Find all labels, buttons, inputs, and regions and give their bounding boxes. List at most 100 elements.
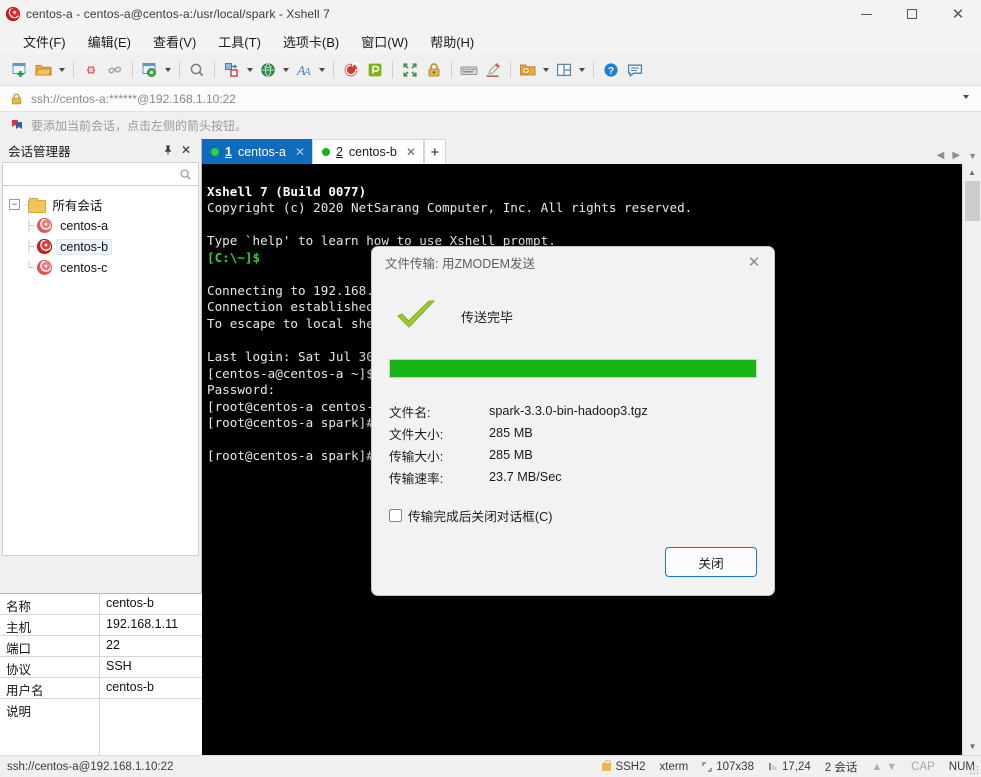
keyboard-icon[interactable] <box>457 58 481 82</box>
terminal-line: Xshell 7 (Build 0077) <box>207 183 367 199</box>
status-dot-icon <box>211 147 219 156</box>
property-key: 主机 <box>0 615 100 635</box>
info-row: 传输速率: 23.7 MB/Sec <box>389 466 757 488</box>
chevron-down-icon <box>543 67 549 72</box>
open-folder-dropdown[interactable] <box>56 58 68 82</box>
session-search-input[interactable] <box>2 162 199 186</box>
font-dropdown[interactable] <box>316 58 328 82</box>
terminal-scrollbar[interactable]: ▲ ▼ <box>962 164 981 755</box>
folder-icon <box>28 198 47 213</box>
auto-close-checkbox-row[interactable]: 传输完成后关闭对话框(C) <box>389 506 757 525</box>
open-folder-icon[interactable] <box>32 58 56 82</box>
tab-centos-b[interactable]: 2 centos-b ✕ <box>311 139 424 164</box>
find-icon[interactable] <box>185 58 209 82</box>
add-to-folder-icon[interactable] <box>516 58 540 82</box>
property-value: centos-b <box>106 596 154 610</box>
menu-edit[interactable]: 编辑(E) <box>77 29 142 54</box>
chevron-down-icon[interactable]: ▼ <box>968 151 977 161</box>
font-icon[interactable]: AA <box>292 58 316 82</box>
menu-tools[interactable]: 工具(T) <box>207 29 272 54</box>
progress-fill <box>390 360 756 377</box>
dialog-footer: 关闭 <box>665 547 757 577</box>
layout-split-dropdown[interactable] <box>576 58 588 82</box>
transfer-file-dropdown[interactable] <box>244 58 256 82</box>
menu-window[interactable]: 窗口(W) <box>350 29 419 54</box>
auto-close-checkbox[interactable] <box>389 509 402 522</box>
property-value: centos-b <box>106 680 154 694</box>
globe-encoding-dropdown[interactable] <box>280 58 292 82</box>
scroll-down-icon[interactable]: ▼ <box>963 738 981 755</box>
chevron-down-icon <box>165 67 171 72</box>
lock-icon[interactable] <box>422 58 446 82</box>
property-key: 名称 <box>0 594 100 614</box>
xftp-icon[interactable] <box>363 58 387 82</box>
fullscreen-icon[interactable] <box>398 58 422 82</box>
tab-label: centos-a <box>237 144 286 159</box>
address-bar[interactable]: ssh://centos-a:******@192.168.1.10:22 <box>0 85 981 112</box>
xshell-icon[interactable] <box>339 58 363 82</box>
close-icon[interactable]: ✕ <box>295 145 305 159</box>
tree-root-all-sessions[interactable]: − ·· 所有会话 <box>9 194 198 215</box>
transfer-file-icon[interactable] <box>220 58 244 82</box>
resize-grip[interactable] <box>969 765 979 775</box>
feedback-icon[interactable] <box>623 58 647 82</box>
table-row: 用户名 centos-b <box>0 678 202 699</box>
close-button[interactable]: ✕ <box>935 0 981 28</box>
session-properties-icon[interactable] <box>138 58 162 82</box>
maximize-button[interactable] <box>889 0 935 28</box>
tree-item-centos-b[interactable]: ├·· centos-b <box>9 236 198 257</box>
window-title: centos-a - centos-a@centos-a:/usr/local/… <box>26 7 330 21</box>
highlight-icon[interactable] <box>481 58 505 82</box>
app-icon-wrap <box>0 0 26 28</box>
terminal-line: Connection established. <box>207 299 382 315</box>
menu-help[interactable]: 帮助(H) <box>419 29 485 54</box>
arrow-up-icon: ▲ <box>871 760 883 773</box>
chevron-down-icon <box>247 67 253 72</box>
reconnect-icon[interactable] <box>103 58 127 82</box>
close-dialog-button[interactable]: 关闭 <box>665 547 757 577</box>
session-properties-dropdown[interactable] <box>162 58 174 82</box>
new-tab-button[interactable]: + <box>423 139 446 164</box>
info-key: 文件大小: <box>389 427 444 442</box>
close-icon[interactable]: ✕ <box>406 145 416 159</box>
bookmark-flag-icon <box>12 120 22 129</box>
scrollbar-thumb[interactable] <box>965 181 980 221</box>
status-cursor-position-text: 17,24 <box>781 760 811 773</box>
minimize-button[interactable] <box>843 0 889 28</box>
status-terminal-type: xterm <box>660 761 689 773</box>
new-session-icon[interactable] <box>8 58 32 82</box>
tab-centos-a[interactable]: 1 centos-a ✕ <box>202 139 312 164</box>
session-manager-panel: 会话管理器 ✕ − ·· 所有会话 ├·· centos-a ├·· cento… <box>0 138 202 759</box>
add-to-folder-dropdown[interactable] <box>540 58 552 82</box>
dialog-close-button[interactable]: ✕ <box>740 250 768 274</box>
property-key: 说明 <box>0 699 100 759</box>
session-icon <box>37 260 53 275</box>
session-tree: − ·· 所有会话 ├·· centos-a ├·· centos-b └·· … <box>2 186 199 556</box>
menu-file[interactable]: 文件(F) <box>12 29 77 54</box>
window-controls: ✕ <box>843 0 981 28</box>
tab-number: 2 <box>335 145 343 159</box>
layout-split-icon[interactable] <box>552 58 576 82</box>
address-dropdown[interactable] <box>963 95 969 99</box>
tree-expander[interactable]: − <box>9 199 20 210</box>
status-session-count: 2 会话 <box>825 759 858 775</box>
terminal-line: [C:\~]$ <box>207 249 261 265</box>
tree-item-centos-a[interactable]: ├·· centos-a <box>9 215 198 236</box>
help-icon[interactable]: ? <box>599 58 623 82</box>
close-icon[interactable]: ✕ <box>177 141 195 159</box>
scroll-up-icon[interactable]: ▲ <box>963 164 981 181</box>
toolbar-separator <box>451 61 452 78</box>
globe-encoding-icon[interactable] <box>256 58 280 82</box>
pin-icon[interactable] <box>159 141 177 159</box>
info-key: 传输速率: <box>389 471 444 486</box>
disconnect-icon[interactable] <box>79 58 103 82</box>
dialog-header: 文件传输: 用ZMODEM发送 ✕ <box>372 247 774 277</box>
menu-tabs[interactable]: 选项卡(B) <box>272 29 350 54</box>
menu-view[interactable]: 查看(V) <box>142 29 207 54</box>
status-terminal-type-text: xterm <box>659 760 689 773</box>
toolbar-separator <box>392 61 393 78</box>
tree-item-centos-c[interactable]: └·· centos-c <box>9 257 198 278</box>
chevron-right-icon[interactable]: ▶ <box>952 150 960 161</box>
session-icon <box>37 239 53 254</box>
chevron-left-icon[interactable]: ◀ <box>937 150 945 161</box>
